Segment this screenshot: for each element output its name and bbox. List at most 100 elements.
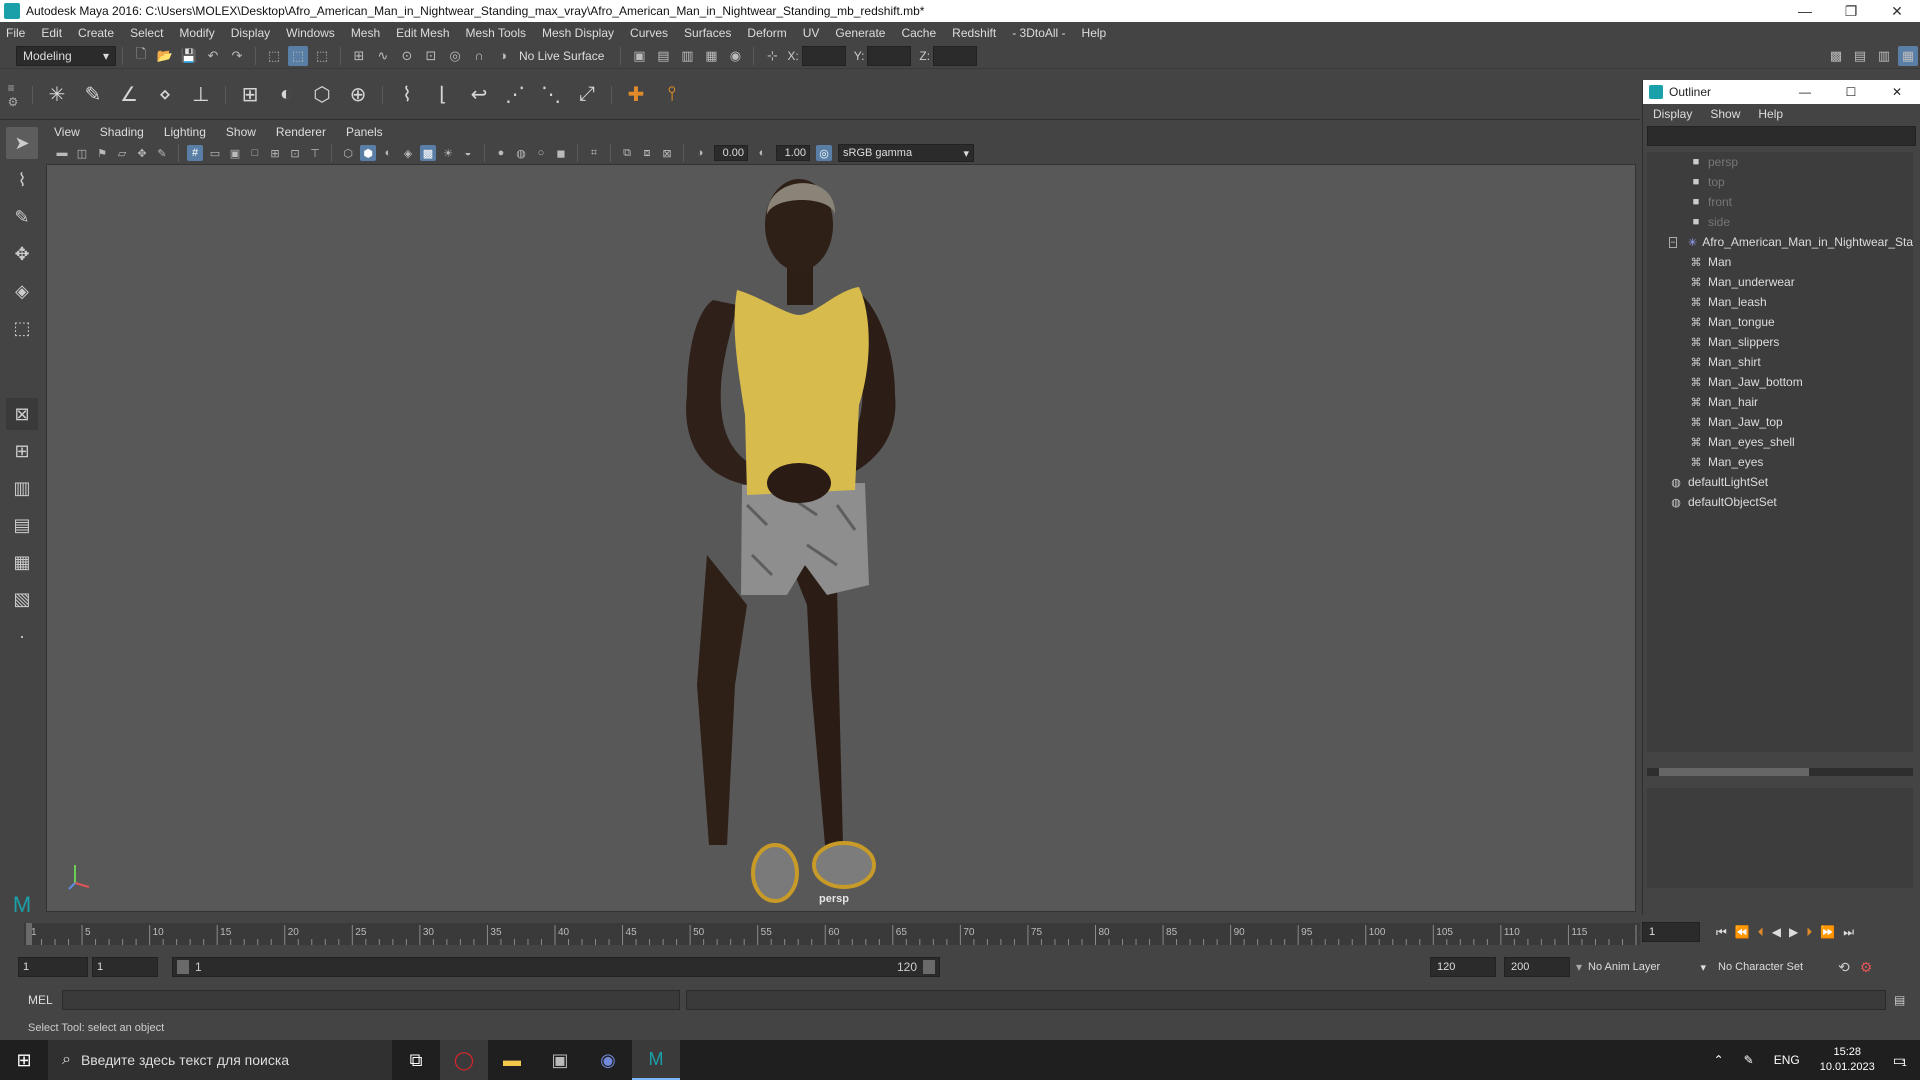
taskbar-search[interactable]: ⌕ Введите здесь текст для поиска — [48, 1040, 392, 1080]
grid-icon[interactable]: # — [187, 145, 203, 161]
undo-icon[interactable]: ↶ — [203, 46, 223, 66]
notifications-icon[interactable]: ▭ 1 — [1893, 1052, 1907, 1069]
snap-curve-icon[interactable]: ∿ — [373, 46, 393, 66]
tree-item-mesh[interactable]: ⌘ Man_shirt — [1647, 352, 1913, 372]
tree-item-mesh[interactable]: ⌘ Man_eyes_shell — [1647, 432, 1913, 452]
graph-persp-icon[interactable]: ▧ — [6, 583, 38, 615]
clock[interactable]: 15:28 10.01.2023 — [1820, 1045, 1875, 1075]
restore-button[interactable]: ❐ — [1828, 3, 1874, 20]
select-hierarchy-icon[interactable]: ⬚ — [264, 46, 284, 66]
new-scene-icon[interactable]: 🗋 — [131, 46, 151, 66]
nurbs-star-icon[interactable]: ✳ — [41, 79, 73, 111]
range-slider-end[interactable]: 120 — [897, 960, 935, 974]
detach-curve-icon[interactable]: ⋱ — [535, 79, 567, 111]
four-pane-icon[interactable]: ⊞ — [6, 435, 38, 467]
step-back-frame-icon[interactable]: ⏴ — [1758, 925, 1764, 940]
range-slider[interactable]: 1 120 — [172, 957, 940, 977]
menu-deform[interactable]: Deform — [747, 26, 786, 40]
single-pane-icon[interactable]: ⊠ — [6, 398, 38, 430]
menu-uv[interactable]: UV — [803, 26, 820, 40]
range-slider-start[interactable]: 1 — [177, 960, 202, 974]
gamma-icon[interactable]: ◐ — [754, 145, 770, 161]
preferences-icon[interactable]: ⚙ — [1860, 959, 1873, 976]
cube-icon[interactable]: ⬡ — [306, 79, 338, 111]
ipr-render-icon[interactable]: ▥ — [677, 46, 697, 66]
menu-cache[interactable]: Cache — [901, 26, 936, 40]
hypershade-icon[interactable]: ◉ — [725, 46, 745, 66]
default-material-icon[interactable]: ◐ — [380, 145, 396, 161]
sphere-icon[interactable]: ◐ — [270, 79, 302, 111]
playback-end-field[interactable]: 120 — [1430, 957, 1496, 977]
center-pivot-icon[interactable]: ⊕ — [342, 79, 374, 111]
tree-item-mesh[interactable]: ⌘ Man_slippers — [1647, 332, 1913, 352]
tree-item-set[interactable]: ◍ defaultLightSet — [1647, 472, 1913, 492]
2d-pan-icon[interactable]: ✥ — [134, 145, 150, 161]
menu-edit[interactable]: Edit — [41, 26, 62, 40]
menu-3dtoall[interactable]: - 3DtoAll - — [1012, 26, 1065, 40]
start-time-field[interactable]: 1 — [18, 957, 88, 977]
select-component-icon[interactable]: ⬚ — [312, 46, 332, 66]
tree-item-camera[interactable]: ■ top — [1647, 172, 1913, 192]
two-pane-side-icon[interactable]: ▥ — [6, 472, 38, 504]
cv-curve-icon[interactable]: ⌇ — [391, 79, 423, 111]
outliner-menu-show[interactable]: Show — [1710, 107, 1740, 121]
menu-display[interactable]: Display — [231, 26, 270, 40]
smooth-shade-icon[interactable]: ⬢ — [360, 145, 376, 161]
safe-title-icon[interactable]: ⊤ — [307, 145, 323, 161]
tree-item-camera[interactable]: ■ persp — [1647, 152, 1913, 172]
use-all-lights-icon[interactable]: ☀ — [440, 145, 456, 161]
render-frame-icon[interactable]: ▤ — [653, 46, 673, 66]
snap-point-icon[interactable]: ⊙ — [397, 46, 417, 66]
maya-taskbar-icon[interactable]: M — [632, 1040, 680, 1080]
move-tool-icon[interactable]: ✥ — [6, 238, 38, 270]
pen-icon[interactable]: ✎ — [1744, 1053, 1754, 1067]
tree-item-camera[interactable]: ■ side — [1647, 212, 1913, 232]
outliner-search-input[interactable] — [1647, 126, 1916, 146]
windows-start-icon[interactable]: ⊞ — [0, 1040, 48, 1080]
anim-layer-dropdown[interactable]: No Anim Layer ▾ — [1588, 957, 1706, 977]
outliner-h-scrollbar[interactable] — [1647, 768, 1913, 776]
wireframe-on-shaded-icon[interactable]: ◈ — [400, 145, 416, 161]
current-time-marker[interactable] — [26, 923, 32, 945]
script-editor-icon[interactable]: ▤ — [1894, 993, 1905, 1007]
tree-item-mesh[interactable]: ⌘ Man_underwear — [1647, 272, 1913, 292]
viewport-menu-panels[interactable]: Panels — [346, 125, 383, 139]
auto-key-icon[interactable]: ⟲ — [1838, 959, 1850, 976]
rotate-tool-icon[interactable]: ◈ — [6, 275, 38, 307]
camera-attr-icon[interactable]: ◫ — [74, 145, 90, 161]
safe-action-icon[interactable]: ⊡ — [287, 145, 303, 161]
minimize-button[interactable]: — — [1782, 3, 1828, 19]
viewport-menu-renderer[interactable]: Renderer — [276, 125, 326, 139]
file-explorer-icon[interactable]: ▬ — [488, 1040, 536, 1080]
viewport-menu-view[interactable]: View — [54, 125, 80, 139]
end-time-field[interactable]: 200 — [1504, 957, 1570, 977]
image-plane-icon[interactable]: ▱ — [114, 145, 130, 161]
select-object-icon[interactable]: ⬚ — [288, 45, 308, 66]
menu-mesh[interactable]: Mesh — [351, 26, 380, 40]
grease-pencil-icon[interactable]: ✎ — [154, 145, 170, 161]
ssao-icon[interactable]: ● — [493, 145, 509, 161]
gamma-field[interactable]: 1.00 — [776, 145, 810, 161]
isolate-select-icon[interactable]: ⌗ — [586, 145, 602, 161]
menu-windows[interactable]: Windows — [286, 26, 335, 40]
redo-icon[interactable]: ↷ — [227, 46, 247, 66]
open-scene-icon[interactable]: 📂 — [155, 46, 175, 66]
lasso-tool-icon[interactable]: ⌇ — [6, 164, 38, 196]
menu-generate[interactable]: Generate — [835, 26, 885, 40]
outliner-menu-display[interactable]: Display — [1653, 107, 1692, 121]
cross-tool-icon[interactable]: ✚ — [620, 79, 652, 111]
command-input[interactable] — [62, 990, 680, 1010]
collapse-icon[interactable]: · — [6, 620, 38, 652]
modeling-toolkit-icon[interactable]: ▩ — [1826, 46, 1846, 66]
tree-item-mesh[interactable]: ⌘ Man_eyes — [1647, 452, 1913, 472]
viewport-menu-shading[interactable]: Shading — [100, 125, 144, 139]
menu-mesh-display[interactable]: Mesh Display — [542, 26, 614, 40]
save-scene-icon[interactable]: 💾 — [179, 46, 199, 66]
magnet-icon[interactable]: ∩ — [469, 46, 489, 66]
go-to-end-icon[interactable]: ⏭ — [1843, 925, 1854, 940]
close-button[interactable]: ✕ — [1874, 3, 1920, 20]
collapse-icon[interactable]: − — [1669, 236, 1677, 248]
step-forward-frame-icon[interactable]: ⏵ — [1806, 925, 1812, 940]
range-slider-handle[interactable] — [177, 960, 189, 974]
field-chart-icon[interactable]: ⊞ — [267, 145, 283, 161]
